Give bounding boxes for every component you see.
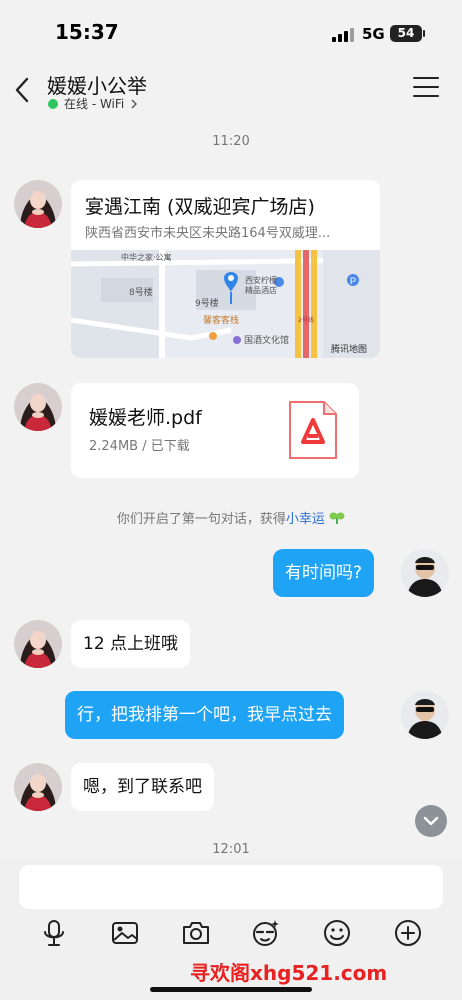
map-preview[interactable]: P 中华之家·公寓 8号楼 9号楼 西安柠檬 精品酒店 馨客客栈 国酒文化馆 2… bbox=[71, 250, 380, 358]
svg-text:腾讯地图: 腾讯地图 bbox=[331, 343, 367, 355]
svg-text:西安柠檬: 西安柠檬 bbox=[245, 275, 277, 285]
network-type: 5G bbox=[362, 25, 385, 43]
incoming-message[interactable]: 12 点上班哦 bbox=[71, 620, 191, 668]
home-indicator[interactable] bbox=[150, 987, 312, 992]
avatar-image bbox=[14, 383, 62, 431]
avatar-image bbox=[14, 620, 62, 668]
chevron-down-icon bbox=[423, 816, 439, 826]
chevron-right-icon bbox=[131, 99, 138, 108]
clover-icon bbox=[329, 512, 345, 524]
composer: 寻欢阁xhg521.com bbox=[0, 857, 462, 1000]
incoming-message[interactable]: 嗯，到了联系吧 bbox=[71, 763, 214, 811]
timestamp: 12:01 bbox=[212, 842, 250, 857]
sticker-icon[interactable] bbox=[251, 918, 281, 948]
file-meta: 2.24MB / 已下载 bbox=[89, 439, 190, 454]
my-avatar[interactable] bbox=[401, 691, 449, 739]
svg-text:馨客客栈: 馨客客栈 bbox=[203, 314, 239, 326]
avatar-image bbox=[14, 180, 62, 228]
svg-text:9号楼: 9号楼 bbox=[195, 297, 219, 309]
map-image: P 中华之家·公寓 8号楼 9号楼 西安柠檬 精品酒店 馨客客栈 国酒文化馆 2… bbox=[71, 250, 380, 358]
chevron-left-icon bbox=[15, 77, 29, 103]
svg-text:8号楼: 8号楼 bbox=[129, 286, 153, 298]
svg-text:2号线: 2号线 bbox=[298, 316, 314, 324]
message-input[interactable] bbox=[19, 865, 443, 909]
location-name: 宴遇江南 (双威迎宾广场店) bbox=[85, 196, 315, 218]
lucky-link[interactable]: 小幸运 bbox=[286, 512, 325, 527]
avatar-image bbox=[14, 763, 62, 811]
contact-avatar[interactable] bbox=[14, 763, 62, 811]
file-name: 媛媛老师.pdf bbox=[89, 407, 202, 429]
emoji-icon[interactable] bbox=[322, 918, 352, 948]
timestamp: 11:20 bbox=[212, 134, 250, 149]
location-address: 陕西省西安市未央区未央路164号双威理... bbox=[85, 226, 331, 241]
plus-icon[interactable] bbox=[393, 918, 423, 948]
chat-header: 媛媛小公举 在线 - WiFi bbox=[0, 64, 462, 116]
presence-text: 在线 - WiFi bbox=[64, 97, 125, 111]
file-card[interactable]: 媛媛老师.pdf 2.24MB / 已下载 bbox=[71, 383, 359, 478]
contact-avatar[interactable] bbox=[14, 620, 62, 668]
svg-text:中华之家·公寓: 中华之家·公寓 bbox=[121, 252, 172, 262]
outgoing-message[interactable]: 有时间吗? bbox=[273, 549, 375, 597]
back-button[interactable] bbox=[10, 72, 38, 108]
svg-text:P: P bbox=[350, 276, 356, 286]
svg-text:国酒文化馆: 国酒文化馆 bbox=[244, 334, 289, 346]
pdf-file-icon bbox=[289, 401, 337, 459]
presence-status[interactable]: 在线 - WiFi bbox=[48, 95, 140, 112]
contact-avatar[interactable] bbox=[14, 383, 62, 431]
status-time: 15:37 bbox=[55, 20, 119, 44]
svg-text:精品酒店: 精品酒店 bbox=[245, 285, 277, 295]
menu-button[interactable] bbox=[413, 77, 439, 99]
camera-icon[interactable] bbox=[181, 918, 211, 948]
contact-avatar[interactable] bbox=[14, 180, 62, 228]
avatar-image bbox=[401, 549, 449, 597]
watermark: 寻欢阁xhg521.com bbox=[190, 961, 388, 985]
scroll-to-bottom-button[interactable] bbox=[415, 805, 447, 837]
status-bar: 15:37 5G 54 bbox=[0, 0, 462, 64]
system-note-text: 你们开启了第一句对话，获得 bbox=[116, 512, 286, 527]
avatar-image bbox=[401, 691, 449, 739]
online-dot-icon bbox=[48, 98, 58, 109]
cellular-signal-icon bbox=[332, 28, 354, 42]
location-card[interactable]: 宴遇江南 (双威迎宾广场店) 陕西省西安市未央区未央路164号双威理... P … bbox=[71, 180, 380, 358]
battery-icon: 54 bbox=[390, 25, 425, 42]
system-note: 你们开启了第一句对话，获得小幸运 bbox=[0, 508, 462, 527]
image-icon[interactable] bbox=[110, 918, 140, 948]
outgoing-message[interactable]: 行，把我排第一个吧，我早点过去 bbox=[65, 691, 344, 739]
microphone-icon[interactable] bbox=[39, 918, 69, 948]
my-avatar[interactable] bbox=[401, 549, 449, 597]
